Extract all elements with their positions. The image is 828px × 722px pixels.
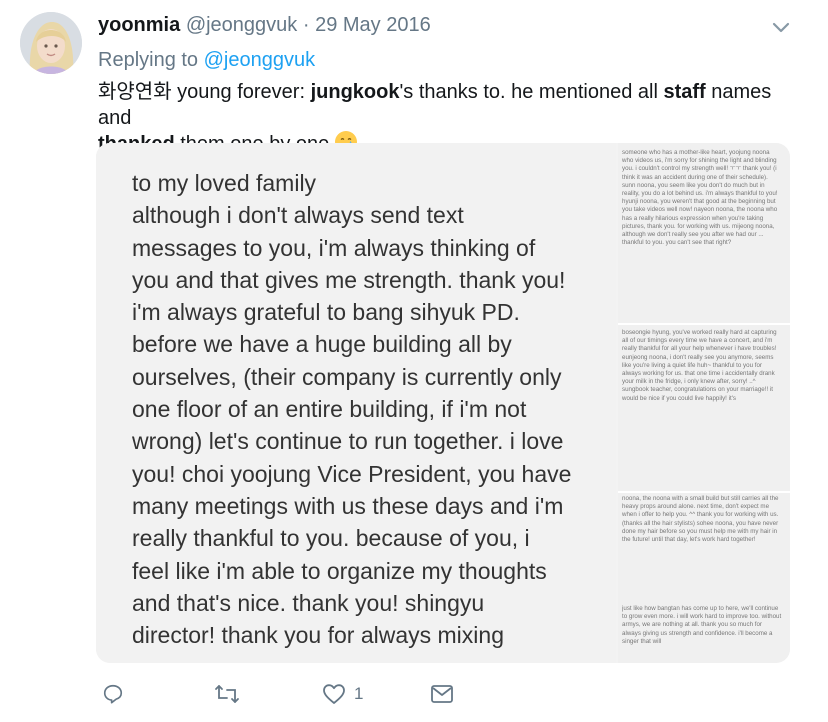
- letter-thumb-text: boseongie hyung, you've worked really ha…: [622, 329, 777, 402]
- envelope-icon: [431, 685, 453, 703]
- retweet-button[interactable]: [214, 680, 240, 708]
- display-name[interactable]: yoonmia: [98, 14, 180, 36]
- avatar[interactable]: [20, 12, 82, 74]
- tweet-header: yoonmia @jeonggvuk · 29 May 2016: [98, 12, 431, 38]
- letter-line: you! choi yoojung Vice President, you ha…: [132, 460, 572, 487]
- avatar-image: [20, 12, 82, 74]
- image-divider: [618, 491, 790, 493]
- letter-thumb-text: someone who has a mother-like heart, yoo…: [622, 149, 778, 247]
- letter-images-right[interactable]: someone who has a mother-like heart, yoo…: [618, 143, 790, 663]
- letter-text: to my loved family although i don't alwa…: [132, 167, 602, 651]
- letter-line: although i don't always send text: [132, 202, 464, 229]
- letter-line: many meetings with us these days and i'm: [132, 492, 564, 519]
- letter-line: ourselves, (their company is currently o…: [132, 363, 562, 390]
- letter-line: feel like i'm able to organize my though…: [132, 557, 547, 584]
- letter-line: and that's nice. thank you! shingyu: [132, 589, 485, 616]
- letter-line: wrong) let's continue to run together. i…: [132, 428, 564, 455]
- reply-handle-link[interactable]: @jeonggvuk: [204, 49, 315, 71]
- reply-prefix: Replying to: [98, 49, 199, 71]
- letter-line: messages to you, i'm always thinking of: [132, 234, 536, 261]
- letter-line: before we have a huge building all by: [132, 331, 512, 358]
- letter-line: you and that gives me strength. thank yo…: [132, 266, 566, 293]
- user-handle[interactable]: @jeonggvuk: [186, 14, 297, 36]
- tweet-media[interactable]: to my loved family although i don't alwa…: [96, 143, 790, 663]
- chevron-down-icon[interactable]: [768, 14, 794, 40]
- letter-thumb-text: noona, the noona with a small build but …: [622, 495, 779, 544]
- separator-dot: ·: [302, 14, 310, 36]
- tweet: yoonmia @jeonggvuk · 29 May 2016 Replyin…: [0, 0, 828, 722]
- replying-to: Replying to @jeonggvuk: [98, 47, 315, 73]
- tweet-text-bold: jungkook: [310, 81, 400, 103]
- reply-icon: [103, 684, 123, 704]
- direct-message-button[interactable]: [430, 680, 454, 708]
- tweet-text-bold: staff: [663, 81, 706, 103]
- letter-line: really thankful to you. because of you, …: [132, 525, 530, 552]
- like-count: 1: [354, 684, 364, 703]
- reply-button[interactable]: [102, 680, 124, 708]
- letter-line: i'm always grateful to bang sihyuk PD.: [132, 299, 520, 326]
- letter-image-left[interactable]: to my loved family although i don't alwa…: [96, 143, 616, 663]
- letter-line: to my loved family: [132, 170, 317, 196]
- tweet-date[interactable]: 29 May 2016: [315, 14, 431, 36]
- letter-line: one floor of an entire building, if i'm …: [132, 396, 527, 423]
- like-button[interactable]: 1: [322, 680, 363, 708]
- heart-icon: [323, 684, 345, 704]
- letter-thumb-text: just like how bangtan has come up to her…: [622, 605, 782, 645]
- tweet-text-part: 's thanks to. he mentioned all: [399, 81, 664, 103]
- letter-line: director! thank you for always mixing: [132, 622, 504, 649]
- retweet-icon: [215, 685, 239, 703]
- tweet-text-part: 화양연화 young forever:: [98, 81, 311, 103]
- image-divider: [618, 323, 790, 325]
